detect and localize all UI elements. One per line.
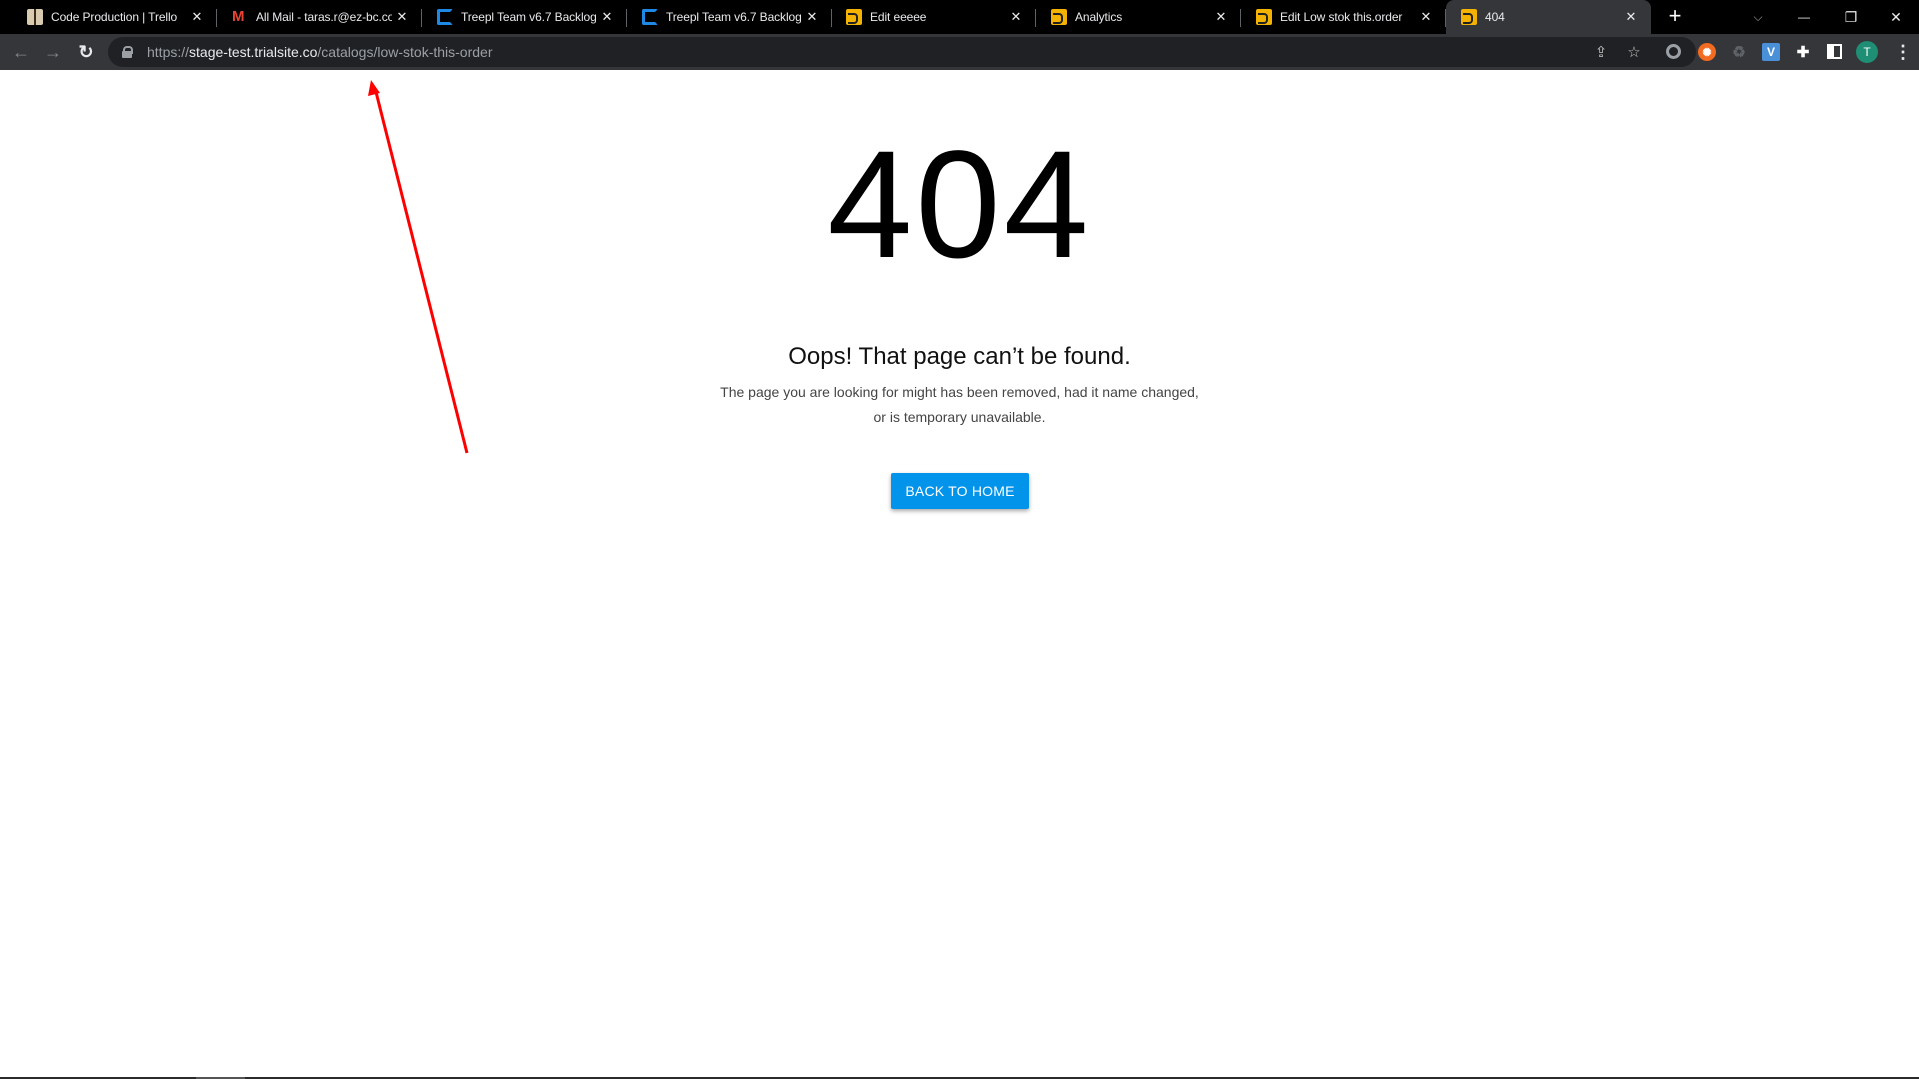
recycle-extension-icon[interactable]: ♻ [1730, 43, 1748, 61]
tab-trello[interactable]: Code Production | Trello ✕ [12, 0, 217, 34]
error-code-404: 404 [827, 119, 1092, 290]
tab-title: Treepl Team v6.7 Backlog - [666, 10, 802, 24]
tab-analytics[interactable]: Analytics ✕ [1036, 0, 1241, 34]
minimize-button[interactable]: — [1781, 0, 1827, 34]
ez-site-icon [1256, 9, 1272, 25]
tab-close-icon[interactable]: ✕ [1416, 7, 1436, 27]
error-description-line-2: or is temporary unavailable. [873, 409, 1046, 425]
page-content: 404 Oops! That page can’t be found. The … [0, 70, 1919, 1073]
tab-close-icon[interactable]: ✕ [392, 7, 412, 27]
tab-title: Treepl Team v6.7 Backlog - [461, 10, 597, 24]
tab-title: 404 [1485, 10, 1505, 24]
extensions-puzzle-icon[interactable]: ✚ [1794, 43, 1812, 61]
tab-edit-low-stok[interactable]: Edit Low stok this.order ✕ [1241, 0, 1446, 34]
tab-treepl-backlog-2[interactable]: Treepl Team v6.7 Backlog - ✕ [627, 0, 832, 34]
azure-devops-icon [437, 9, 453, 25]
bookmark-star-icon[interactable]: ☆ [1625, 43, 1643, 61]
ez-site-icon [1461, 9, 1477, 25]
tab-title: Code Production | Trello [51, 10, 178, 24]
tab-treepl-backlog-1[interactable]: Treepl Team v6.7 Backlog - ✕ [422, 0, 627, 34]
ez-site-icon [846, 9, 862, 25]
azure-devops-icon [642, 9, 658, 25]
gmail-icon [232, 8, 248, 25]
trello-icon [27, 9, 43, 25]
url-path: /catalogs/low-stok-this-order [317, 44, 493, 60]
error-description-line-1: The page you are looking for might has b… [720, 384, 1199, 400]
url-scheme: https:// [147, 44, 190, 60]
lens-extension-icon[interactable] [1666, 44, 1681, 59]
tab-title: Edit Low stok this.order [1280, 10, 1403, 24]
back-to-home-button[interactable]: BACK TO HOME [891, 473, 1029, 509]
profile-avatar[interactable]: T [1856, 41, 1878, 63]
tab-search-chevron-icon[interactable]: ⌵ [1735, 0, 1781, 34]
share-icon[interactable]: ⇪ [1592, 43, 1610, 61]
browser-toolbar: ← → ↻ https://stage-test.trialsite.co/ca… [0, 34, 1919, 70]
tab-close-icon[interactable]: ✕ [802, 7, 822, 27]
new-tab-button[interactable]: + [1663, 5, 1687, 29]
window-close-button[interactable]: ✕ [1873, 0, 1919, 34]
restore-button[interactable]: ❐ [1828, 0, 1874, 34]
tab-title: Analytics [1075, 10, 1123, 24]
tab-close-icon[interactable]: ✕ [187, 7, 207, 27]
reload-icon[interactable]: ↻ [72, 38, 100, 66]
side-panel-icon[interactable] [1827, 44, 1842, 59]
tab-strip: Code Production | Trello ✕ All Mail - ta… [0, 0, 1919, 34]
error-heading: Oops! That page can’t be found. [788, 343, 1131, 370]
url-text[interactable]: https://stage-test.trialsite.co/catalogs… [147, 44, 492, 60]
v-extension-icon[interactable]: V [1762, 43, 1780, 61]
tab-close-icon[interactable]: ✕ [1621, 7, 1641, 27]
tab-close-icon[interactable]: ✕ [597, 7, 617, 27]
tab-close-icon[interactable]: ✕ [1211, 7, 1231, 27]
back-arrow-icon[interactable]: ← [7, 38, 35, 66]
ez-site-icon [1051, 9, 1067, 25]
tab-404-active[interactable]: 404 ✕ [1446, 0, 1651, 34]
error-description: The page you are looking for might has b… [0, 380, 1919, 430]
tab-close-icon[interactable]: ✕ [1006, 7, 1026, 27]
lock-icon[interactable] [122, 46, 133, 58]
tab-title: All Mail - taras.r@ez-bc.com [256, 10, 392, 24]
url-host: stage-test.trialsite.co [189, 44, 318, 60]
address-bar[interactable]: https://stage-test.trialsite.co/catalogs… [108, 37, 1696, 67]
tab-gmail[interactable]: All Mail - taras.r@ez-bc.com ✕ [217, 0, 422, 34]
tab-edit-eeeee[interactable]: Edit eeeee ✕ [831, 0, 1036, 34]
orange-extension-icon[interactable]: ✺ [1698, 43, 1716, 61]
browser-menu-icon[interactable]: ⋮ [1894, 42, 1912, 62]
forward-arrow-icon[interactable]: → [39, 38, 67, 66]
tab-title: Edit eeeee [870, 10, 927, 24]
